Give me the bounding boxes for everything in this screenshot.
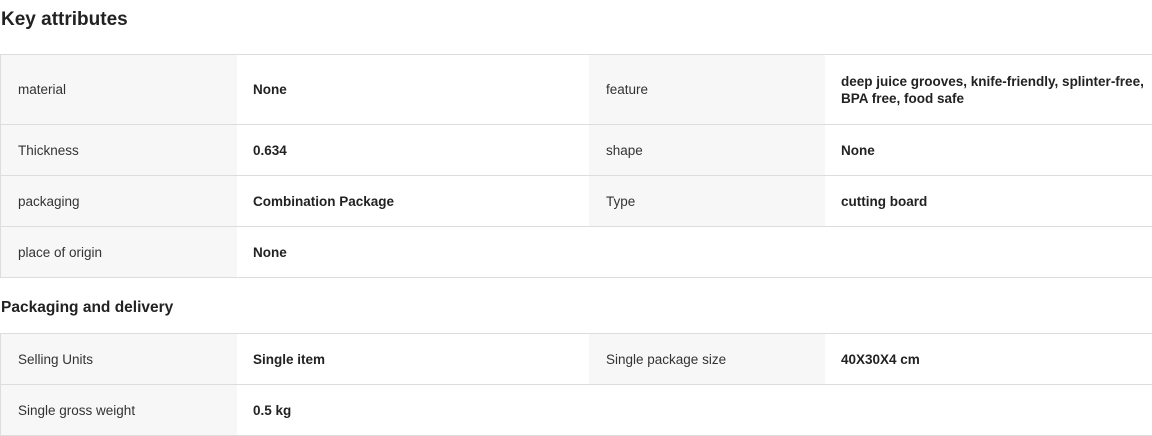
attribute-label-place-of-origin: place of origin (1, 227, 237, 277)
attribute-label-gross-weight: Single gross weight (1, 385, 237, 435)
attribute-value-packaging: Combination Package (237, 176, 589, 226)
attribute-label-shape: shape (589, 125, 825, 175)
attribute-value-material: None (237, 55, 589, 124)
empty-cell (825, 227, 1152, 277)
attribute-value-feature: deep juice grooves, knife-friendly, spli… (825, 55, 1152, 124)
empty-cell (589, 385, 825, 435)
table-row: Thickness 0.634 shape None (1, 125, 1152, 176)
attribute-value-place-of-origin: None (237, 227, 589, 277)
empty-cell (589, 227, 825, 277)
table-row: material None feature deep juice grooves… (1, 55, 1152, 125)
packaging-delivery-title: Packaging and delivery (1, 299, 174, 316)
attribute-label-selling-units: Selling Units (1, 334, 237, 384)
attribute-label-type: Type (589, 176, 825, 226)
attribute-value-thickness: 0.634 (237, 125, 589, 175)
attribute-label-thickness: Thickness (1, 125, 237, 175)
attribute-value-gross-weight: 0.5 kg (237, 385, 589, 435)
packaging-delivery-table: Selling Units Single item Single package… (0, 333, 1152, 436)
attribute-label-packaging: packaging (1, 176, 237, 226)
key-attributes-title: Key attributes (1, 9, 128, 30)
table-row: packaging Combination Package Type cutti… (1, 176, 1152, 227)
attribute-label-feature: feature (589, 55, 825, 124)
attribute-value-selling-units: Single item (237, 334, 589, 384)
attribute-label-material: material (1, 55, 237, 124)
attribute-value-package-size: 40X30X4 cm (825, 334, 1152, 384)
attribute-value-shape: None (825, 125, 1152, 175)
empty-cell (825, 385, 1152, 435)
table-row: Single gross weight 0.5 kg (1, 385, 1152, 436)
table-row: place of origin None (1, 227, 1152, 278)
attribute-label-package-size: Single package size (589, 334, 825, 384)
attribute-value-type: cutting board (825, 176, 1152, 226)
key-attributes-table: material None feature deep juice grooves… (0, 54, 1152, 278)
table-row: Selling Units Single item Single package… (1, 334, 1152, 385)
